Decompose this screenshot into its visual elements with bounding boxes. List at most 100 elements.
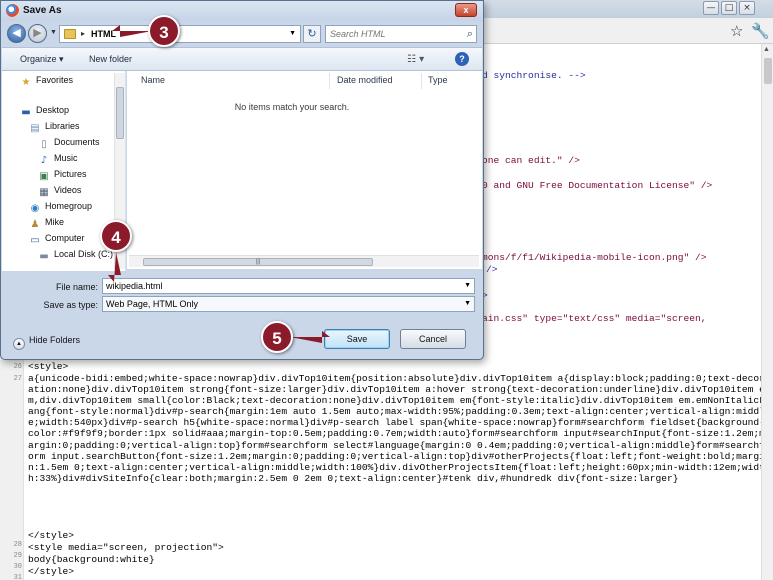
search-input[interactable]: [330, 27, 458, 41]
code-fragment: mons/f/f1/Wikipedia-mobile-icon.png" />: [482, 252, 707, 263]
search-box[interactable]: ⌕: [325, 25, 477, 43]
column-divider[interactable]: [329, 73, 330, 89]
dialog-title: Save As: [23, 5, 62, 16]
save-button[interactable]: Save: [324, 329, 390, 349]
nav-item[interactable]: ▬ Local Disk (C:): [38, 249, 113, 263]
nav-item-label: Homegroup: [45, 201, 93, 211]
code-fragment: ain.css" type="text/css" media="screen,: [482, 313, 707, 324]
file-list: Name Date modified Type No items match y…: [127, 71, 482, 269]
dialog-titlebar: Save As x: [1, 1, 483, 21]
code-fragment: d synchronise. -->: [482, 70, 586, 81]
code-line: body{background:white}: [28, 554, 155, 565]
nav-item[interactable]: ♪ Music: [38, 153, 78, 167]
nav-item[interactable]: ▣ Pictures: [38, 169, 86, 183]
file-name-input[interactable]: [106, 280, 456, 292]
folder-icon: [64, 29, 76, 39]
line-number: 28: [13, 541, 22, 549]
address-bar[interactable]: ▸ HTML ▼: [59, 25, 301, 43]
star-icon: ★: [21, 77, 31, 88]
line-number: 26: [13, 363, 22, 371]
organize-button[interactable]: Organize ▾: [20, 54, 64, 65]
chrome-icon: [6, 4, 19, 17]
cancel-button[interactable]: Cancel: [400, 329, 466, 349]
callout-number: 4: [100, 220, 132, 252]
forward-button[interactable]: ▶: [28, 24, 47, 43]
code-line: a{unicode-bidi:embed;white-space:nowrap}…: [28, 373, 765, 484]
nav-item[interactable]: ◉ Homegroup: [29, 201, 92, 215]
minimize-button[interactable]: —: [703, 1, 719, 15]
scrollbar-thumb[interactable]: |||: [143, 258, 373, 266]
scroll-up-icon[interactable]: ▲: [763, 46, 770, 53]
horizontal-scrollbar[interactable]: |||: [129, 255, 479, 267]
save-as-type-value[interactable]: Web Page, HTML Only: [106, 299, 198, 309]
hide-folders-label: Hide Folders: [29, 335, 81, 345]
line-number: 31: [13, 574, 22, 580]
back-arrow-icon: ◀: [12, 27, 21, 39]
chevron-down-icon[interactable]: ▼: [464, 282, 471, 289]
column-header-name[interactable]: Name: [141, 75, 165, 85]
callout-number: 5: [261, 321, 293, 353]
nav-item-label: Videos: [54, 185, 82, 195]
back-button[interactable]: ◀: [7, 24, 26, 43]
nav-item-label: Desktop: [36, 105, 70, 115]
refresh-icon: ↻: [307, 27, 317, 40]
editor-scrollbar[interactable]: ▲: [761, 44, 773, 580]
column-header-type[interactable]: Type: [428, 75, 448, 85]
line-number: 29: [13, 552, 22, 560]
wrench-icon[interactable]: 🔧: [751, 22, 770, 40]
nav-item-label: Music: [54, 153, 78, 163]
callout-number: 3: [148, 15, 180, 47]
libraries-icon: ▤: [30, 123, 40, 134]
nav-item-label: Mike: [45, 217, 65, 227]
save-as-type-select[interactable]: Web Page, HTML Only ▼: [102, 296, 475, 312]
user-icon: ♟: [30, 219, 40, 230]
computer-icon: ▭: [30, 235, 40, 246]
save-as-type-label: Save as type:: [43, 300, 98, 310]
file-name-field[interactable]: ▼: [102, 278, 475, 294]
new-folder-button[interactable]: New folder: [89, 54, 132, 64]
code-fragment: one can edit." />: [482, 155, 580, 166]
view-options-icon[interactable]: ☷ ▾: [407, 54, 424, 65]
nav-item[interactable]: ▭ Computer: [29, 233, 85, 247]
line-number: 27: [13, 375, 22, 383]
star-icon[interactable]: ☆: [730, 22, 743, 40]
nav-item-label: Computer: [45, 233, 85, 243]
nav-item[interactable]: ▦ Videos: [38, 185, 81, 199]
nav-item[interactable]: ▤ Libraries: [29, 121, 79, 135]
nav-item-label: Favorites: [36, 75, 74, 85]
breadcrumb-html[interactable]: HTML: [91, 29, 116, 39]
line-number-gutter: 26 27 28 29 30 31: [0, 360, 24, 580]
close-window-button[interactable]: ×: [739, 1, 755, 15]
scrollbar-thumb[interactable]: [764, 58, 772, 84]
search-icon[interactable]: ⌕: [467, 27, 473, 41]
hide-folders-button[interactable]: ▲ Hide Folders: [13, 335, 80, 350]
maximize-button[interactable]: □: [721, 1, 737, 15]
nav-item[interactable]: ♟ Mike: [29, 217, 65, 231]
pictures-icon: ▣: [39, 171, 49, 182]
code-line: <style media="screen, projection">: [28, 542, 224, 553]
homegroup-icon: ◉: [30, 203, 40, 214]
recent-pages-dropdown-icon[interactable]: ▼: [50, 29, 57, 36]
help-icon[interactable]: ?: [455, 52, 469, 66]
code-line: </style>: [28, 530, 75, 541]
nav-item[interactable]: ▬ Desktop: [20, 105, 69, 119]
forward-arrow-icon: ▶: [33, 27, 42, 39]
dialog-close-button[interactable]: x: [455, 3, 477, 17]
disk-icon: ▬: [39, 251, 49, 262]
nav-item[interactable]: ▯ Documents: [38, 137, 99, 151]
documents-icon: ▯: [41, 139, 47, 150]
code-line: <style>: [28, 361, 69, 372]
chevron-down-icon[interactable]: ▼: [464, 300, 471, 307]
chevron-down-icon[interactable]: ▼: [289, 30, 296, 37]
chevron-up-icon: ▲: [13, 338, 25, 350]
address-row: ◀ ▶ ▼ ▸ HTML ▼ ↻ ⌕: [1, 21, 483, 47]
empty-message: No items match your search.: [234, 102, 350, 112]
line-number: 30: [13, 563, 22, 571]
refresh-button[interactable]: ↻: [303, 25, 321, 43]
breadcrumb-separator[interactable]: ▸: [81, 29, 85, 38]
column-header-date-modified[interactable]: Date modified: [337, 75, 393, 85]
scrollbar-thumb[interactable]: [116, 87, 124, 139]
nav-item[interactable]: ★ Favorites: [20, 75, 74, 89]
nav-item-label: Local Disk (C:): [54, 249, 114, 259]
column-divider[interactable]: [421, 73, 422, 89]
